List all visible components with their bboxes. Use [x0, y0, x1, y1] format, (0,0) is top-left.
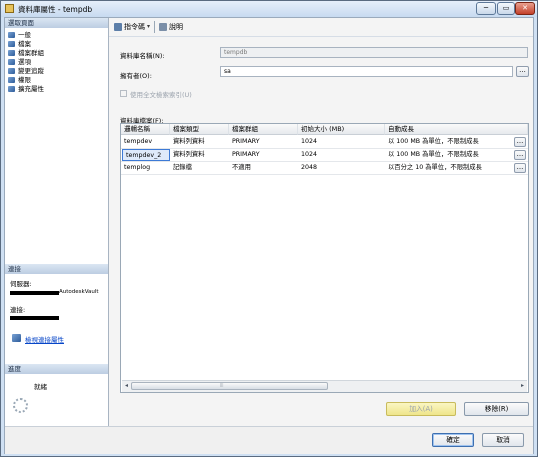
cell-filegroup[interactable]: PRIMARY — [229, 136, 298, 148]
help-button[interactable]: 說明 — [159, 21, 183, 33]
autogrowth-browse-button[interactable]: ... — [514, 150, 526, 160]
connection-label: 連接: — [10, 306, 26, 314]
cancel-button[interactable]: 取消 — [482, 433, 524, 447]
view-connection-properties-link[interactable]: 檢視連接屬性 — [25, 334, 64, 344]
page-icon — [8, 59, 15, 65]
cell-file-type[interactable]: 資料列資料 — [170, 149, 229, 161]
remove-button[interactable]: 移除(R) — [464, 402, 529, 416]
page-icon — [8, 32, 15, 38]
nav-item-files[interactable]: 檔案 — [8, 40, 31, 49]
dialog-window: 資料庫屬性 - tempdb ─ ▭ ✕ 選取頁面 一般 檔案 檔案群組 選項 … — [0, 0, 538, 457]
server-value: AutodeskVault — [59, 289, 99, 295]
nav-item-label: 變更追蹤 — [18, 67, 44, 75]
help-button-label: 說明 — [169, 23, 183, 31]
left-pane: 選取頁面 一般 檔案 檔案群組 選項 變更追蹤 權限 擴充屬性 連接 伺服器: … — [5, 18, 109, 426]
nav-item-label: 權限 — [18, 76, 31, 84]
server-label: 伺服器: — [10, 280, 32, 288]
cell-autogrowth[interactable]: 以 100 MB 為單位，不限制成長 — [385, 149, 513, 161]
owner-field[interactable]: sa — [220, 66, 513, 77]
fulltext-label: 使用全文檢索索引(U) — [130, 91, 192, 99]
page-icon — [8, 50, 15, 56]
ok-button[interactable]: 確定 — [432, 433, 474, 447]
database-name-label: 資料庫名稱(N): — [120, 52, 165, 60]
minimize-button[interactable]: ─ — [476, 2, 496, 15]
close-button[interactable]: ✕ — [515, 2, 535, 15]
cell-filegroup[interactable]: 不適用 — [229, 162, 298, 174]
help-icon — [159, 23, 167, 31]
script-button[interactable]: 指令碼 — [114, 21, 145, 33]
redacted-bar — [10, 316, 59, 320]
cell-autogrowth[interactable]: 以百分之 10 為單位，不限制成長 — [385, 162, 513, 174]
right-pane: 指令碼 ▾ 說明 資料庫名稱(N): tempdb 擁有者(O): sa ...… — [109, 18, 533, 426]
window-title: 資料庫屬性 - tempdb — [18, 5, 93, 14]
cell-logical-name-selected[interactable]: tempdev_2 — [122, 149, 170, 161]
column-header-autogrowth[interactable]: 自動成長 — [385, 124, 528, 135]
cell-logical-name[interactable]: tempdev — [121, 136, 170, 148]
nav-item-change-tracking[interactable]: 變更追蹤 — [8, 67, 44, 76]
scroll-right-icon[interactable]: ▸ — [518, 381, 527, 391]
autogrowth-browse-button[interactable]: ... — [514, 137, 526, 147]
redacted-bar — [10, 291, 59, 295]
nav-item-options[interactable]: 選項 — [8, 58, 31, 67]
column-header-file-type[interactable]: 檔案類型 — [170, 124, 229, 135]
progress-header: 進度 — [5, 364, 108, 374]
scrollbar-thumb[interactable]: ⦙⦙⦙ — [131, 382, 328, 390]
page-icon — [8, 77, 15, 83]
nav-item-label: 檔案群組 — [18, 49, 44, 57]
nav-item-general[interactable]: 一般 — [8, 31, 31, 40]
cell-initial-size[interactable]: 2048 — [298, 162, 385, 174]
toolbar: 指令碼 ▾ 說明 — [109, 18, 533, 37]
progress-status: 就緒 — [34, 383, 47, 391]
dialog-footer: 確定 取消 — [5, 426, 533, 454]
connection-properties-icon — [12, 334, 21, 342]
cell-file-type[interactable]: 記錄檔 — [170, 162, 229, 174]
nav-item-label: 一般 — [18, 31, 31, 39]
connection-header: 連接 — [5, 264, 108, 274]
script-button-label: 指令碼 — [124, 23, 145, 31]
cell-filegroup[interactable]: PRIMARY — [229, 149, 298, 161]
nav-item-label: 檔案 — [18, 40, 31, 48]
scroll-left-icon[interactable]: ◂ — [122, 381, 131, 391]
page-icon — [8, 68, 15, 74]
column-header-filegroup[interactable]: 檔案群組 — [229, 124, 298, 135]
owner-label: 擁有者(O): — [120, 72, 152, 80]
page-icon — [8, 86, 15, 92]
progress-spinner-icon — [13, 398, 28, 413]
script-dropdown-button[interactable]: ▾ — [147, 21, 150, 33]
autogrowth-browse-button[interactable]: ... — [514, 163, 526, 173]
nav-item-label: 擴充屬性 — [18, 85, 44, 93]
database-name-field[interactable]: tempdb — [220, 47, 528, 58]
cell-initial-size[interactable]: 1024 — [298, 136, 385, 148]
select-page-header: 選取頁面 — [5, 18, 108, 28]
toolbar-separator — [154, 21, 155, 33]
cell-initial-size[interactable]: 1024 — [298, 149, 385, 161]
add-button[interactable]: 加入(A) — [386, 402, 456, 416]
row-divider — [121, 174, 528, 175]
fulltext-checkbox[interactable] — [120, 90, 127, 97]
thumb-grip-icon: ⦙⦙⦙ — [220, 383, 224, 389]
nav-item-filegroups[interactable]: 檔案群組 — [8, 49, 44, 58]
dialog-body: 選取頁面 一般 檔案 檔案群組 選項 變更追蹤 權限 擴充屬性 連接 伺服器: … — [4, 17, 534, 454]
owner-browse-button[interactable]: ... — [516, 66, 529, 77]
database-files-grid[interactable]: 邏輯名稱 檔案類型 檔案群組 初始大小 (MB) 自動成長 tempdev 資料… — [120, 123, 529, 393]
nav-item-permissions[interactable]: 權限 — [8, 76, 31, 85]
page-icon — [8, 41, 15, 47]
horizontal-scrollbar[interactable]: ◂ ⦙⦙⦙ ▸ — [122, 380, 527, 392]
column-header-logical-name[interactable]: 邏輯名稱 — [121, 124, 170, 135]
column-header-initial-size[interactable]: 初始大小 (MB) — [298, 124, 385, 135]
title-bar[interactable]: 資料庫屬性 - tempdb ─ ▭ ✕ — [1, 1, 537, 17]
cell-logical-name[interactable]: templog — [121, 162, 170, 174]
database-icon — [5, 4, 14, 13]
nav-item-extended-properties[interactable]: 擴充屬性 — [8, 85, 44, 94]
maximize-button[interactable]: ▭ — [497, 2, 515, 15]
cell-autogrowth[interactable]: 以 100 MB 為單位，不限制成長 — [385, 136, 513, 148]
script-icon — [114, 23, 122, 31]
nav-item-label: 選項 — [18, 58, 31, 66]
cell-file-type[interactable]: 資料列資料 — [170, 136, 229, 148]
